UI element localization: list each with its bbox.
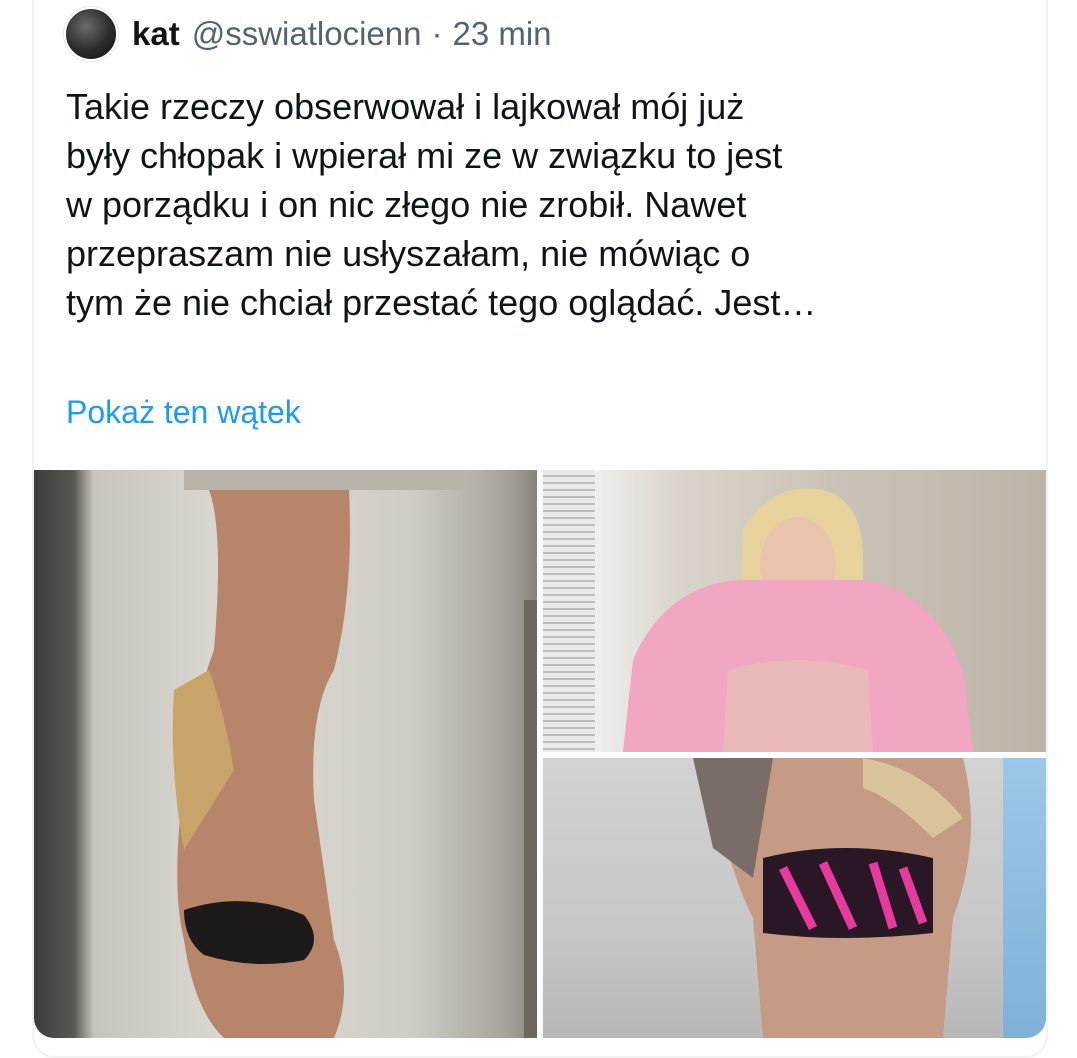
avatar[interactable]	[64, 7, 118, 61]
photo-3-figure	[693, 758, 971, 1038]
media-photo-1[interactable]	[34, 470, 537, 1038]
media-divider-horizontal	[543, 752, 1046, 758]
show-thread-link[interactable]: Pokaż ten wątek	[66, 394, 301, 431]
media-photo-2[interactable]	[543, 470, 1046, 752]
tweet-text-line: były chłopak i wpierał mi ze w związku t…	[66, 135, 783, 176]
tweet-text-line: przepraszam nie usłyszałam, nie mówiąc o	[66, 233, 751, 274]
timestamp[interactable]: 23 min	[452, 15, 551, 53]
separator-dot: ·	[431, 15, 443, 52]
media-grid	[34, 470, 1046, 1038]
tweet-text-line: tym że nie chciał przestać tego oglądać.…	[66, 282, 817, 323]
media-photo-3[interactable]	[543, 758, 1046, 1038]
photo-1-figure	[172, 470, 537, 1038]
display-name[interactable]: kat	[132, 15, 180, 53]
user-handle[interactable]: @sswiatlocienn	[192, 15, 422, 53]
photo-2-figure	[623, 488, 973, 752]
tweet-text-line: w porządku i on nic złego nie zrobił. Na…	[66, 184, 747, 225]
tweet-text: Takie rzeczy obserwował i lajkował mój j…	[66, 82, 1026, 327]
tweet-header: kat @sswiatlocienn · 23 min	[64, 7, 552, 61]
tweet-text-line: Takie rzeczy obserwował i lajkował mój j…	[66, 86, 745, 127]
